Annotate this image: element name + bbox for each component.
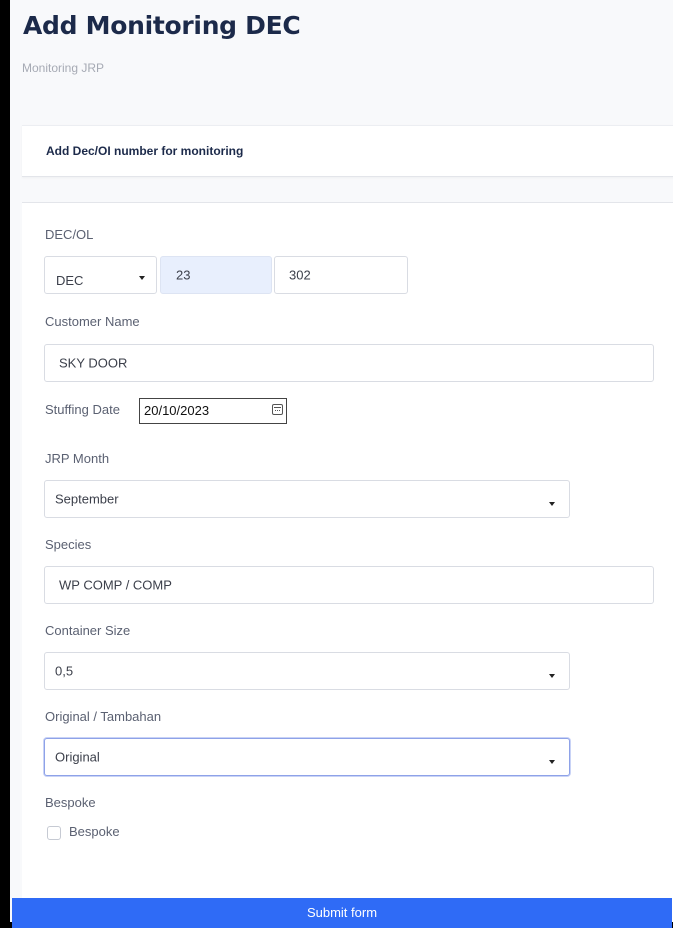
chevron-down-icon [549,502,555,506]
page: Add Monitoring DEC Monitoring JRP Add De… [10,0,673,922]
submit-button[interactable]: Submit form [12,898,672,928]
dec-number-input[interactable]: 302 [274,256,408,294]
breadcrumb[interactable]: Monitoring JRP [22,61,104,75]
customer-name-input[interactable]: SKY DOOR [44,344,654,382]
dec-type-value: DEC [56,273,84,288]
stuffing-date-input[interactable]: 20/10/2023 [139,398,287,424]
dec-year-input[interactable]: 23 [160,256,272,294]
container-size-label: Container Size [45,623,131,638]
species-input[interactable]: WP COMP / COMP [44,566,654,604]
customer-name-value: SKY DOOR [59,355,128,371]
original-tambahan-select[interactable]: Original [44,738,570,776]
card-header: Add Dec/OI number for monitoring [22,125,673,177]
chevron-down-icon [549,760,555,764]
species-value: WP COMP / COMP [59,577,172,593]
card-header-title: Add Dec/OI number for monitoring [46,144,244,158]
original-tambahan-label: Original / Tambahan [45,709,162,724]
chevron-down-icon [549,674,555,678]
container-size-select[interactable]: 0,5 [44,652,570,690]
jrp-month-select[interactable]: September [44,480,570,518]
dec-ol-label: DEC/OL [45,227,94,242]
dec-type-select[interactable]: DEC [44,256,157,294]
stuffing-date-label: Stuffing Date [45,402,120,417]
bespoke-checkbox[interactable] [47,826,61,840]
bespoke-label: Bespoke [45,795,96,810]
jrp-month-value: September [55,491,119,507]
container-size-value: 0,5 [55,663,74,679]
page-title: Add Monitoring DEC [23,11,301,40]
dec-year-value: 23 [176,267,191,283]
jrp-month-label: JRP Month [45,451,110,466]
species-label: Species [45,537,92,552]
bespoke-checkbox-label[interactable]: Bespoke [69,824,120,839]
chevron-down-icon [139,276,145,280]
original-tambahan-value: Original [55,749,100,765]
stuffing-date-value: 20/10/2023 [144,403,210,418]
form-card [22,202,673,922]
dec-number-value: 302 [289,267,311,283]
customer-name-label: Customer Name [45,314,140,329]
calendar-icon[interactable] [272,404,283,415]
